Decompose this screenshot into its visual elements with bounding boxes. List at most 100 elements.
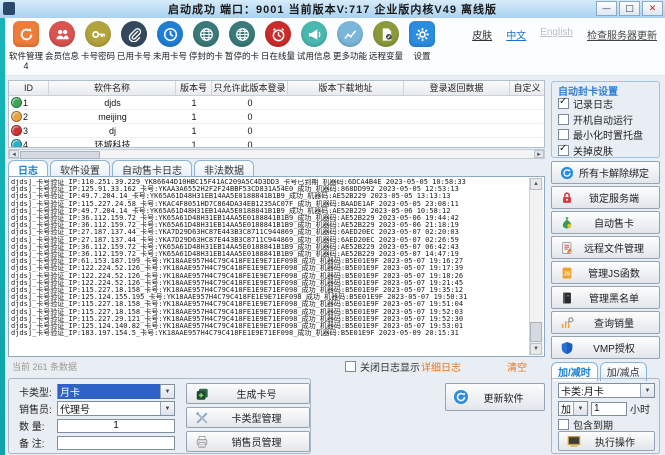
- scroll-left-icon[interactable]: ◄: [9, 150, 19, 158]
- js-icon: JS: [559, 265, 575, 281]
- quick-link[interactable]: 中文: [506, 27, 526, 42]
- toolbar-item[interactable]: 停封的卡: [188, 21, 224, 62]
- table-row[interactable]: 1 djds 1 0: [9, 96, 544, 110]
- log-lines: djds]_卡号验证_IP:110.251.39.229_YK86644D10H…: [11, 179, 528, 354]
- chevron-down-icon[interactable]: ▼: [160, 385, 174, 398]
- side-action-button[interactable]: 锁定服务端: [551, 186, 660, 209]
- clear-log-link[interactable]: 清空: [507, 359, 527, 374]
- column-header[interactable]: ID: [9, 81, 49, 95]
- table-hscrollbar[interactable]: ◄ ►: [8, 149, 545, 159]
- quick-link[interactable]: 皮肤: [472, 27, 492, 42]
- minimize-button[interactable]: —: [596, 1, 617, 16]
- maximize-button[interactable]: □: [619, 1, 640, 16]
- toolbar-item-label: 远程变量: [369, 49, 403, 61]
- vscroll-thumb[interactable]: [530, 322, 542, 342]
- checkbox[interactable]: [558, 145, 569, 156]
- include-expired-label: 包含到期: [573, 417, 613, 432]
- checkbox[interactable]: [558, 98, 569, 109]
- table-row[interactable]: 3 dj 1 0: [9, 124, 544, 138]
- detail-log-link[interactable]: 详细日志: [421, 359, 461, 374]
- execute-button[interactable]: 执行操作: [558, 431, 655, 451]
- quick-link[interactable]: English: [540, 27, 573, 42]
- checkbox[interactable]: [558, 129, 569, 140]
- toolbar-item[interactable]: 远程变量: [368, 21, 404, 62]
- card-form-button[interactable]: 生成卡号: [186, 383, 310, 404]
- quantity-input[interactable]: [57, 419, 175, 433]
- side-action-button[interactable]: 自动售卡: [551, 211, 660, 234]
- seller-select[interactable]: 代理号 ▼: [57, 401, 175, 416]
- toolbar-item[interactable]: 卡号密码: [80, 21, 116, 62]
- close-log-toggle[interactable]: 关闭日志显示: [345, 359, 420, 374]
- settings-checkbox-row[interactable]: 关掉皮肤: [558, 143, 613, 158]
- adjust-panel: 卡类:月卡 ▼ 加 ▼ 小时 包含到期 执行操作: [551, 378, 660, 454]
- quick-links: 皮肤 中文 English 检查服务器更新: [472, 27, 657, 42]
- chevron-down-icon[interactable]: ▼: [160, 402, 174, 415]
- scroll-up-icon[interactable]: ▲: [530, 178, 542, 190]
- include-expired-row[interactable]: 包含到期: [558, 417, 613, 432]
- row-id: 2: [23, 112, 28, 122]
- row-id: 3: [23, 126, 28, 136]
- toolbar-item[interactable]: 已用卡号: [116, 21, 152, 62]
- toolbar-item[interactable]: 设置: [404, 21, 440, 62]
- cell-version: 1: [176, 98, 212, 108]
- svg-text:JS: JS: [564, 271, 571, 277]
- unbind-icon: [559, 165, 575, 181]
- column-header[interactable]: 登录返回数据: [404, 81, 510, 95]
- checkbox[interactable]: [558, 114, 569, 125]
- toolbar-item[interactable]: 更多功能: [332, 21, 368, 62]
- table-row[interactable]: 4 环城科技 1 0: [9, 138, 544, 148]
- card-form-button[interactable]: 卡类型管理: [186, 407, 310, 428]
- chevron-down-icon[interactable]: ▼: [640, 384, 654, 397]
- adjust-op-select[interactable]: 加 ▼: [558, 401, 588, 416]
- window-menu-icon[interactable]: [3, 2, 15, 15]
- log-vscrollbar[interactable]: ▲ ▼: [529, 178, 543, 355]
- side-action-button[interactable]: VMP授权: [551, 336, 660, 359]
- toolbar-item[interactable]: 暂停的卡: [224, 21, 260, 62]
- side-action-button[interactable]: JS 管理JS函数: [551, 261, 660, 284]
- note-label: 备 注:: [19, 435, 57, 450]
- gear-icon: [409, 21, 435, 47]
- hscroll-thumb[interactable]: [20, 151, 100, 159]
- software-table: ID 软件名称 版本号 只允许此版本登录 版本下载地址 登录返回数据 自定义 1…: [8, 80, 545, 148]
- key-icon: [85, 21, 111, 47]
- settings-checkbox-row[interactable]: 开机自动运行: [558, 112, 633, 127]
- update-software-button[interactable]: 更新软件: [445, 383, 545, 411]
- side-action-button[interactable]: 管理黑名单: [551, 286, 660, 309]
- board-icon: [566, 433, 582, 449]
- adjust-card-type-select[interactable]: 卡类:月卡 ▼: [558, 383, 655, 398]
- table-row[interactable]: 2 meijing 1 0: [9, 110, 544, 124]
- toolbar-item[interactable]: 日在线量: [260, 21, 296, 62]
- chevron-down-icon[interactable]: ▼: [573, 402, 587, 415]
- close-button[interactable]: ✕: [642, 1, 663, 16]
- column-header[interactable]: 只允许此版本登录: [212, 81, 288, 95]
- toolbar-item[interactable]: 软件管理 4: [8, 21, 44, 70]
- log-count-text: 当前 261 条数据: [12, 360, 77, 373]
- column-header[interactable]: 自定义: [510, 81, 544, 95]
- chart-icon: [337, 21, 363, 47]
- scroll-right-icon[interactable]: ►: [534, 150, 544, 158]
- card-form-button[interactable]: 销售员管理: [186, 431, 310, 452]
- update-icon: [453, 389, 469, 405]
- toolbar-item[interactable]: 会员信息: [44, 21, 80, 62]
- status-dot-icon: [11, 97, 22, 108]
- scroll-down-icon[interactable]: ▼: [530, 343, 542, 355]
- toolbar-item[interactable]: 试用信息: [296, 21, 332, 62]
- column-header[interactable]: 软件名称: [49, 81, 176, 95]
- include-expired-checkbox[interactable]: [558, 419, 569, 430]
- close-log-checkbox[interactable]: [345, 361, 356, 372]
- column-header[interactable]: 版本号: [176, 81, 212, 95]
- seller-label: 销售员:: [19, 401, 57, 416]
- settings-checkbox-row[interactable]: 记录日志: [558, 96, 613, 111]
- side-action-button[interactable]: 查询销量: [551, 311, 660, 334]
- adjust-amount-input[interactable]: [591, 402, 627, 416]
- side-action-button[interactable]: 所有卡解除绑定: [551, 161, 660, 184]
- note-input[interactable]: [57, 436, 175, 450]
- quick-link[interactable]: 检查服务器更新: [587, 27, 657, 42]
- settings-checkbox-row[interactable]: 最小化时置托盘: [558, 127, 643, 142]
- moneybag-icon: [559, 215, 575, 231]
- toolbar-item[interactable]: 未用卡号: [152, 21, 188, 62]
- card-type-select[interactable]: 月卡 ▼: [57, 384, 175, 399]
- column-header[interactable]: 版本下载地址: [288, 81, 404, 95]
- log-output[interactable]: djds]_卡号验证_IP:110.251.39.229_YK86644D10H…: [8, 176, 545, 357]
- side-action-button[interactable]: 远程文件管理: [551, 236, 660, 259]
